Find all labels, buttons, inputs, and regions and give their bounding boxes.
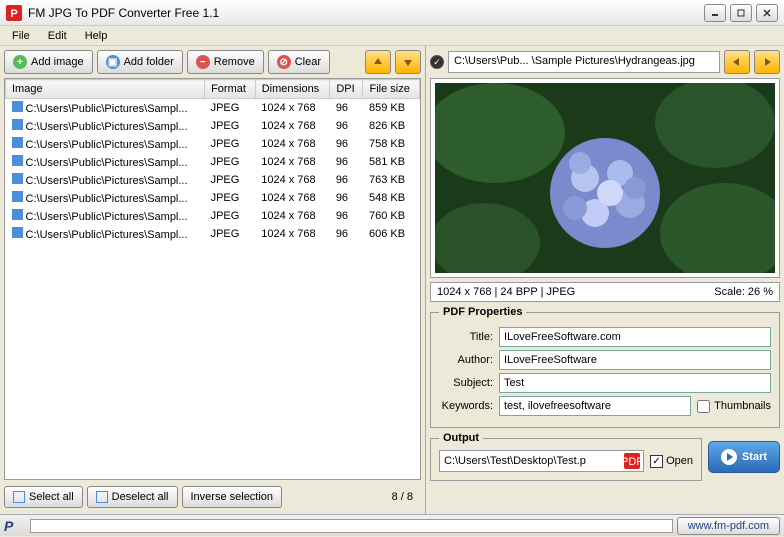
preview-box [430, 78, 780, 278]
author-label: Author: [439, 354, 493, 366]
checkbox-empty-icon [96, 491, 108, 503]
image-scale: Scale: 26 % [714, 286, 773, 298]
output-group: Output C:\Users\Test\Desktop\Test.p PDF … [430, 432, 702, 481]
image-info-bar: 1024 x 768 | 24 BPP | JPEG Scale: 26 % [430, 282, 780, 302]
menu-file[interactable]: File [4, 28, 38, 44]
thumbnails-checkbox[interactable] [697, 400, 710, 413]
preview-check-icon: ✓ [430, 55, 444, 69]
table-row[interactable]: C:\Users\Public\Pictures\Sampl...JPEG102… [6, 225, 420, 243]
left-toolbar: +Add image ▣Add folder −Remove ⊘Clear [4, 50, 421, 74]
select-all-button[interactable]: Select all [4, 486, 83, 508]
plus-icon: + [13, 55, 27, 69]
window-title: FM JPG To PDF Converter Free 1.1 [28, 6, 704, 20]
preview-image [435, 83, 775, 273]
open-checkbox[interactable]: ✓ [650, 455, 663, 468]
clear-icon: ⊘ [277, 55, 291, 69]
table-row[interactable]: C:\Users\Public\Pictures\Sampl...JPEG102… [6, 117, 420, 135]
file-table[interactable]: Image Format Dimensions DPI File size C:… [4, 78, 421, 480]
thumbnails-label: Thumbnails [714, 400, 771, 412]
output-path-field[interactable]: C:\Users\Test\Desktop\Test.p PDF [439, 450, 644, 472]
inverse-selection-button[interactable]: Inverse selection [182, 486, 283, 508]
output-path: C:\Users\Test\Desktop\Test.p [440, 455, 621, 467]
table-row[interactable]: C:\Users\Public\Pictures\Sampl...JPEG102… [6, 153, 420, 171]
add-folder-button[interactable]: ▣Add folder [97, 50, 183, 74]
next-image-button[interactable] [754, 50, 780, 74]
right-pane: ✓ C:\Users\Pub... \Sample Pictures\Hydra… [426, 46, 784, 514]
remove-button[interactable]: −Remove [187, 50, 264, 74]
menu-help[interactable]: Help [77, 28, 116, 44]
clear-button[interactable]: ⊘Clear [268, 50, 330, 74]
paypal-icon[interactable]: P [4, 518, 26, 534]
move-down-button[interactable] [395, 50, 421, 74]
website-link[interactable]: www.fm-pdf.com [677, 517, 780, 535]
selection-count: 8 / 8 [392, 491, 421, 503]
author-field[interactable] [499, 350, 771, 370]
row-checkbox-icon [12, 173, 23, 184]
keywords-label: Keywords: [439, 400, 493, 412]
title-field[interactable] [499, 327, 771, 347]
deselect-all-button[interactable]: Deselect all [87, 486, 178, 508]
selection-bar: Select all Deselect all Inverse selectio… [4, 484, 421, 510]
pdf-properties-legend: PDF Properties [439, 306, 526, 318]
svg-text:PDF: PDF [624, 456, 640, 468]
statusbar: P www.fm-pdf.com [0, 514, 784, 536]
maximize-button[interactable] [730, 4, 752, 22]
checkbox-icon [13, 491, 25, 503]
output-legend: Output [439, 432, 483, 444]
add-image-button[interactable]: +Add image [4, 50, 93, 74]
col-dpi[interactable]: DPI [330, 80, 363, 99]
row-checkbox-icon [12, 155, 23, 166]
pdf-properties-group: PDF Properties Title: Author: Subject: K… [430, 306, 780, 428]
progress-bar [30, 519, 673, 533]
table-row[interactable]: C:\Users\Public\Pictures\Sampl...JPEG102… [6, 207, 420, 225]
table-row[interactable]: C:\Users\Public\Pictures\Sampl...JPEG102… [6, 135, 420, 153]
row-checkbox-icon [12, 191, 23, 202]
menubar: File Edit Help [0, 26, 784, 46]
minus-icon: − [196, 55, 210, 69]
minimize-button[interactable] [704, 4, 726, 22]
move-up-button[interactable] [365, 50, 391, 74]
image-info: 1024 x 768 | 24 BPP | JPEG [437, 286, 575, 298]
keywords-field[interactable] [499, 396, 691, 416]
svg-text:P: P [10, 8, 17, 20]
col-filesize[interactable]: File size [363, 80, 420, 99]
col-format[interactable]: Format [205, 80, 256, 99]
subject-field[interactable] [499, 373, 771, 393]
title-label: Title: [439, 331, 493, 343]
table-row[interactable]: C:\Users\Public\Pictures\Sampl...JPEG102… [6, 171, 420, 189]
preview-path: C:\Users\Pub... \Sample Pictures\Hydrang… [448, 51, 720, 73]
play-icon [721, 449, 737, 465]
row-checkbox-icon [12, 137, 23, 148]
left-pane: +Add image ▣Add folder −Remove ⊘Clear Im… [0, 46, 426, 514]
row-checkbox-icon [12, 101, 23, 112]
menu-edit[interactable]: Edit [40, 28, 75, 44]
row-checkbox-icon [12, 209, 23, 220]
app-icon: P [6, 5, 22, 21]
titlebar: P FM JPG To PDF Converter Free 1.1 [0, 0, 784, 26]
col-image[interactable]: Image [6, 80, 205, 99]
table-row[interactable]: C:\Users\Public\Pictures\Sampl...JPEG102… [6, 189, 420, 207]
pdf-icon: PDF [624, 453, 640, 469]
folder-icon: ▣ [106, 55, 120, 69]
row-checkbox-icon [12, 227, 23, 238]
open-label: Open [666, 455, 693, 467]
subject-label: Subject: [439, 377, 493, 389]
start-button[interactable]: Start [708, 441, 780, 473]
table-row[interactable]: C:\Users\Public\Pictures\Sampl...JPEG102… [6, 99, 420, 118]
close-button[interactable] [756, 4, 778, 22]
col-dimensions[interactable]: Dimensions [255, 80, 330, 99]
prev-image-button[interactable] [724, 50, 750, 74]
row-checkbox-icon [12, 119, 23, 130]
preview-path-bar: ✓ C:\Users\Pub... \Sample Pictures\Hydra… [430, 50, 780, 74]
